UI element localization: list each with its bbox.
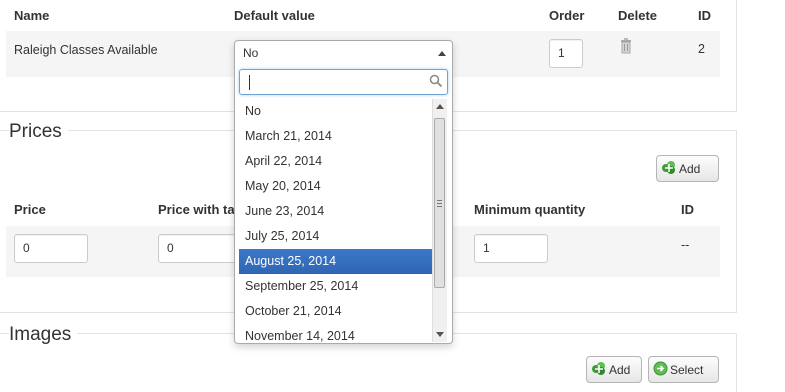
dropdown-option[interactable]: September 25, 2014 [239,274,432,299]
col-header-name: Name [14,8,50,23]
dropdown-search-input[interactable] [239,69,448,95]
dropdown-option[interactable]: No [239,99,432,124]
col-header-id: ID [698,8,711,23]
order-input[interactable]: 1 [549,39,583,68]
minimum-quantity-input[interactable]: 1 [474,234,548,263]
scrollbar-thumb[interactable] [434,118,445,288]
images-select-label: Select [670,362,704,377]
col-header-delete: Delete [618,8,658,23]
add-icon [591,360,607,379]
col-header-price-with-tax: Price with ta [158,202,235,217]
images-select-button[interactable]: Select [648,356,719,383]
dropdown-option[interactable]: June 23, 2014 [239,199,432,224]
field-id: 2 [698,42,705,56]
dropdown-option[interactable]: March 21, 2014 [239,124,432,149]
scroll-up-icon[interactable] [436,104,444,109]
price-id: -- [681,238,690,252]
images-legend: Images [9,324,78,346]
dropdown-options-list: No March 21, 2014 April 22, 2014 May 20,… [239,99,432,342]
col-header-price: Price [14,202,46,217]
images-add-button[interactable]: Add [586,356,642,383]
text-cursor [249,75,250,90]
prices-add-button[interactable]: Add [656,155,719,182]
dropdown-scrollbar[interactable] [432,99,447,342]
dropdown-option[interactable]: May 20, 2014 [239,174,432,199]
dropdown-option[interactable]: October 21, 2014 [239,299,432,324]
chevron-up-icon [438,51,446,56]
panel-border [736,333,737,392]
prices-add-label: Add [679,161,701,176]
col-header-default-value: Default value [234,8,315,23]
scroll-down-icon[interactable] [436,332,444,337]
panel-border [736,0,737,112]
images-add-label: Add [609,362,631,377]
dropdown-option-highlighted[interactable]: August 25, 2014 [239,249,432,274]
select-icon [653,361,668,379]
add-icon [661,159,677,178]
dropdown-option[interactable]: July 25, 2014 [239,224,432,249]
search-icon [429,74,443,91]
field-name: Raleigh Classes Available [14,43,158,57]
col-header-minimum-quantity: Minimum quantity [474,202,586,217]
default-value-selected[interactable]: No [235,41,452,67]
price-with-tax-input[interactable]: 0 [158,234,238,263]
col-header-order: Order [549,8,585,23]
col-header-price-id: ID [681,202,694,217]
default-value-dropdown[interactable]: No No March 21, 2014 April 22, 2014 May … [234,40,453,344]
price-input[interactable]: 0 [14,234,88,263]
prices-legend: Prices [9,121,68,143]
dropdown-option[interactable]: November 14, 2014 [239,324,432,342]
panel-border [736,130,737,313]
dropdown-option[interactable]: April 22, 2014 [239,149,432,174]
trash-icon[interactable] [620,38,632,54]
